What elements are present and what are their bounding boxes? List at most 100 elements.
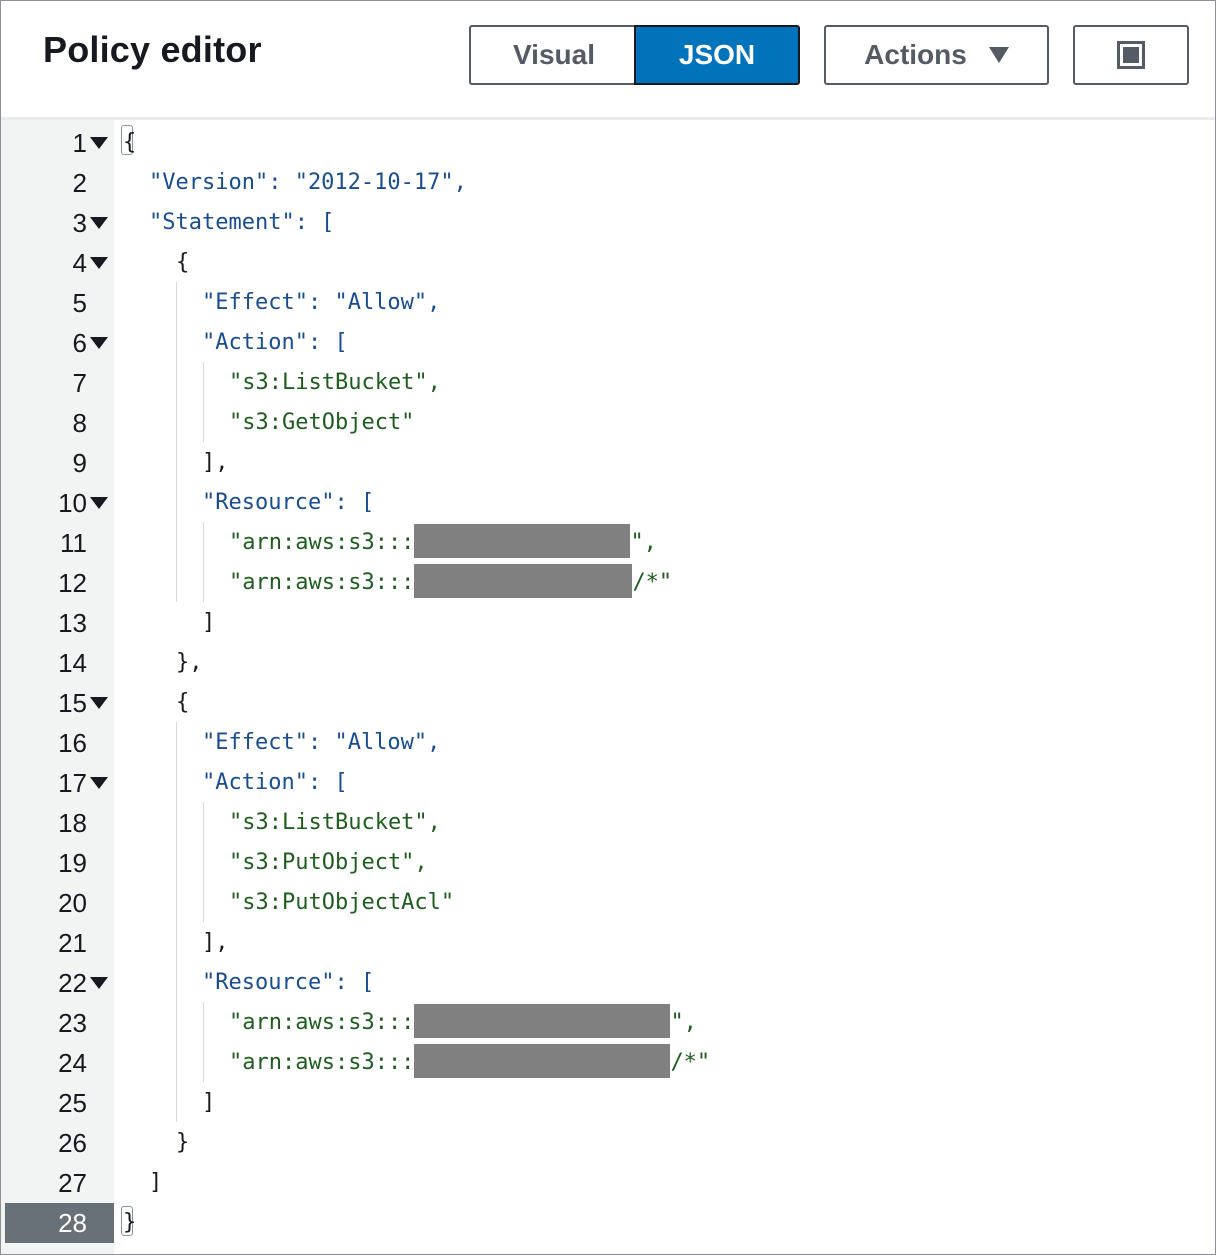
- code-text: ]: [149, 1170, 163, 1195]
- code-text: "s3:PutObject",: [229, 850, 428, 875]
- line-number: 14: [58, 648, 87, 678]
- redacted-bucket-name: [414, 524, 631, 558]
- line-number: 20: [58, 888, 87, 918]
- arn-prefix: "arn:aws:s3:::: [229, 1050, 415, 1075]
- actions-dropdown-button[interactable]: Actions: [824, 25, 1049, 85]
- code-line: 20 "s3:PutObjectAcl": [1, 883, 1215, 923]
- fold-arrow-icon[interactable]: [90, 137, 108, 149]
- line-number: 1: [72, 128, 87, 158]
- line-number: 3: [72, 208, 87, 238]
- code-text: ]: [202, 610, 216, 635]
- code-text: }: [123, 1210, 137, 1235]
- code-line: 13 ]: [1, 603, 1215, 643]
- code-line: 3 "Statement": [: [1, 203, 1215, 243]
- line-number: 22: [58, 968, 87, 998]
- code-line-active: 28 }: [1, 1203, 1215, 1243]
- line-number: 18: [58, 808, 87, 838]
- line-number: 6: [72, 328, 87, 358]
- code-text: "arn:aws:s3:::/*": [229, 563, 672, 603]
- code-line: 7 "s3:ListBucket",: [1, 363, 1215, 403]
- line-number: 10: [58, 488, 87, 518]
- code-text: "Action": [: [202, 770, 348, 795]
- arn-suffix: ",: [670, 1010, 697, 1035]
- code-text: {: [176, 690, 190, 715]
- json-tab-button[interactable]: JSON: [634, 25, 800, 85]
- code-line: 19 "s3:PutObject",: [1, 843, 1215, 883]
- code-line: 26 }: [1, 1123, 1215, 1163]
- code-text: "Effect": "Allow",: [202, 290, 441, 315]
- fold-arrow-icon[interactable]: [90, 257, 108, 269]
- code-line: 14 },: [1, 643, 1215, 683]
- line-number: 21: [58, 928, 87, 958]
- line-number: 2: [72, 168, 87, 198]
- code-line: 23 "arn:aws:s3::: ",: [1, 1003, 1215, 1043]
- code-text: "Action": [: [202, 330, 348, 355]
- line-number: 26: [58, 1128, 87, 1158]
- code-line: 21 ],: [1, 923, 1215, 963]
- fold-arrow-icon[interactable]: [90, 977, 108, 989]
- code-text: "s3:ListBucket",: [229, 810, 441, 835]
- code-line: 15 {: [1, 683, 1215, 723]
- code-line: 27 ]: [1, 1163, 1215, 1203]
- code-line: 12 "arn:aws:s3:::/*": [1, 563, 1215, 603]
- code-line: 8 "s3:GetObject": [1, 403, 1215, 443]
- line-number: 16: [58, 728, 87, 758]
- line-number: 8: [72, 408, 87, 438]
- code-text: ],: [202, 450, 229, 475]
- line-number: 9: [72, 448, 87, 478]
- fold-arrow-icon[interactable]: [90, 777, 108, 789]
- code-line: 18 "s3:ListBucket",: [1, 803, 1215, 843]
- code-text: "arn:aws:s3:::/*": [229, 1043, 710, 1083]
- code-line: 2 "Version": "2012-10-17",: [1, 163, 1215, 203]
- fullscreen-icon: [1117, 41, 1145, 69]
- code-line: 5 "Effect": "Allow",: [1, 283, 1215, 323]
- visual-tab-button[interactable]: Visual: [469, 25, 637, 85]
- fold-arrow-icon[interactable]: [90, 337, 108, 349]
- line-number: 4: [72, 248, 87, 278]
- code-line: 1 {: [1, 123, 1215, 163]
- fullscreen-button[interactable]: [1073, 25, 1189, 85]
- code-line: 11 "arn:aws:s3::: ",: [1, 523, 1215, 563]
- line-number: 27: [58, 1168, 87, 1198]
- line-number: 15: [58, 688, 87, 718]
- arn-suffix: /*": [632, 570, 673, 595]
- arn-prefix: "arn:aws:s3:::: [229, 570, 415, 595]
- policy-editor-panel: Policy editor Visual JSON Actions 1 { 2 …: [0, 0, 1216, 1255]
- code-line: 10 "Resource": [: [1, 483, 1215, 523]
- code-text: "arn:aws:s3::: ",: [229, 1003, 697, 1043]
- code-text: },: [176, 650, 203, 675]
- code-text: ]: [202, 1090, 216, 1115]
- line-number: 24: [58, 1048, 87, 1078]
- line-number: 5: [72, 288, 87, 318]
- code-line: 9 ],: [1, 443, 1215, 483]
- redacted-bucket-name: [414, 564, 633, 598]
- redacted-bucket-name: [414, 1004, 671, 1038]
- code-editor[interactable]: 1 { 2 "Version": "2012-10-17", 3 "Statem…: [1, 120, 1215, 1254]
- code-text: "arn:aws:s3::: ",: [229, 523, 657, 563]
- line-number: 25: [58, 1088, 87, 1118]
- code-line: 17 "Action": [: [1, 763, 1215, 803]
- code-line: 4 {: [1, 243, 1215, 283]
- page-title: Policy editor: [43, 29, 262, 70]
- editor-header: Policy editor Visual JSON Actions: [1, 1, 1215, 120]
- fold-arrow-icon[interactable]: [90, 497, 108, 509]
- code-line: 24 "arn:aws:s3:::/*": [1, 1043, 1215, 1083]
- code-text: {: [123, 130, 137, 155]
- arn-suffix: ",: [630, 530, 657, 555]
- redacted-bucket-name: [414, 1044, 671, 1078]
- line-number: 19: [58, 848, 87, 878]
- code-text: "Resource": [: [202, 970, 375, 995]
- fold-arrow-icon[interactable]: [90, 697, 108, 709]
- code-text: "Version": "2012-10-17",: [149, 170, 467, 195]
- arn-prefix: "arn:aws:s3:::: [229, 530, 415, 555]
- caret-down-icon: [988, 47, 1009, 63]
- code-text: "Statement": [: [149, 210, 335, 235]
- actions-label: Actions: [864, 39, 967, 70]
- line-number: 12: [58, 568, 87, 598]
- arn-prefix: "arn:aws:s3:::: [229, 1010, 415, 1035]
- code-line: 16 "Effect": "Allow",: [1, 723, 1215, 763]
- line-number: 7: [72, 368, 87, 398]
- line-number: 28: [58, 1208, 87, 1238]
- line-number: 17: [58, 768, 87, 798]
- fold-arrow-icon[interactable]: [90, 217, 108, 229]
